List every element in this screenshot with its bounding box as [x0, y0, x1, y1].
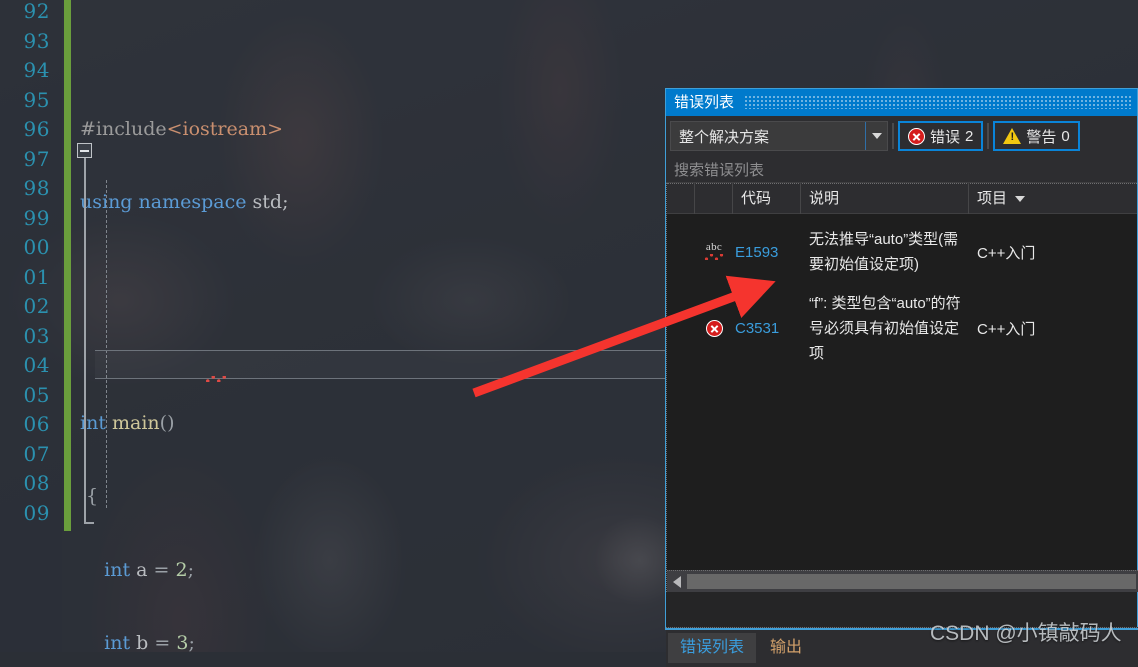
line-number: 09 — [23, 500, 50, 525]
tab-output[interactable]: 输出 — [758, 633, 814, 663]
chevron-down-icon[interactable] — [865, 122, 887, 150]
line-number: 01 — [23, 264, 50, 289]
warnings-filter-button[interactable]: 警告 0 — [993, 121, 1080, 151]
scope-dropdown[interactable]: 整个解决方案 — [670, 121, 888, 151]
line-number: 99 — [23, 205, 50, 230]
warnings-filter-label: 警告 — [1026, 128, 1057, 146]
errors-count: 2 — [965, 127, 974, 145]
column-header-code[interactable]: 代码 — [733, 183, 801, 214]
row-project: C++入门 — [977, 320, 1036, 338]
table-row[interactable]: C3531 “f”: 类型包含“auto”的符号必须具有初始值设定项 C++入门 — [667, 290, 1137, 366]
line-number: 08 — [23, 471, 50, 495]
line-number: 02 — [23, 294, 50, 318]
line-number: 07 — [23, 441, 50, 466]
error-circle-icon — [705, 319, 723, 337]
error-squiggle-underline — [205, 376, 227, 382]
panel-title-label: 错误列表 — [674, 94, 735, 111]
errors-filter-label: 错误 — [930, 128, 961, 146]
row-project: C++入门 — [977, 244, 1036, 262]
row-description: 无法推导“auto”类型(需要初始值设定项) — [809, 231, 959, 273]
change-indicator-bar — [64, 0, 71, 531]
panel-title-bar[interactable]: 错误列表 — [666, 89, 1137, 116]
table-row[interactable]: abc E1593 无法推导“auto”类型(需要初始值设定项) C++入门 — [667, 214, 1137, 290]
error-list-search-input[interactable]: 搜索错误列表 — [666, 156, 1137, 183]
line-number: 92 — [23, 0, 50, 23]
horizontal-scrollbar[interactable] — [667, 570, 1138, 592]
scroll-left-icon[interactable] — [667, 572, 687, 592]
line-number: 04 — [23, 353, 50, 377]
scope-dropdown-value: 整个解决方案 — [679, 128, 770, 146]
collapse-region-toggle[interactable] — [77, 143, 92, 158]
column-header-selector[interactable] — [667, 183, 695, 214]
toolbar-separator — [892, 123, 894, 149]
line-number-column: 92 93 94 95 96 97 98 99 00 01 02 03 04 0… — [0, 0, 58, 528]
row-severity: abc — [695, 241, 733, 263]
csdn-watermark: CSDN @小镇敲码人 — [930, 622, 1122, 645]
column-header-description[interactable]: 说明 — [801, 183, 969, 214]
row-code[interactable]: E1593 — [733, 244, 801, 261]
error-list-grid[interactable]: 代码 说明 项目 abc E1593 无法推导“auto”类型(需要初始值设定项… — [666, 183, 1138, 592]
tab-error-list[interactable]: 错误列表 — [668, 632, 757, 663]
scrollbar-thumb[interactable] — [687, 574, 1136, 589]
column-header-severity[interactable] — [695, 183, 733, 214]
row-code[interactable]: C3531 — [733, 320, 801, 337]
line-number: 93 — [23, 28, 50, 53]
error-list-toolbar[interactable]: 整个解决方案 错误 2 警告 0 — [666, 116, 1137, 156]
column-header-project[interactable]: 项目 — [969, 183, 1137, 214]
grid-rows[interactable]: abc E1593 无法推导“auto”类型(需要初始值设定项) C++入门 C… — [667, 214, 1137, 366]
warnings-count: 0 — [1061, 127, 1070, 145]
line-number: 06 — [23, 412, 50, 436]
line-number: 98 — [23, 176, 50, 200]
errors-filter-button[interactable]: 错误 2 — [898, 121, 984, 151]
toolbar-separator — [987, 123, 990, 149]
row-severity — [695, 319, 733, 337]
line-number: 95 — [23, 87, 50, 112]
sort-descending-icon — [1015, 195, 1026, 202]
grid-header-row: 代码 说明 项目 — [667, 183, 1137, 214]
error-list-panel[interactable]: 错误列表 整个解决方案 错误 2 警告 0 搜索错误列表 代码 说明 — [665, 88, 1138, 667]
line-number: 00 — [23, 235, 50, 259]
column-header-project-label: 项目 — [977, 190, 1008, 207]
current-statement-highlight — [95, 350, 665, 379]
code-block-guide — [84, 158, 86, 524]
search-placeholder: 搜索错误列表 — [674, 161, 765, 179]
abc-squiggle-icon: abc — [701, 241, 727, 263]
line-number: 96 — [23, 117, 50, 141]
line-number: 97 — [23, 146, 50, 171]
line-number: 03 — [23, 323, 50, 348]
error-circle-icon — [908, 127, 925, 145]
row-description: “f”: 类型包含“auto”的符号必须具有初始值设定项 — [809, 294, 961, 362]
warning-triangle-icon — [1003, 128, 1022, 144]
line-number: 05 — [23, 382, 50, 407]
indent-guide — [106, 180, 107, 508]
line-number: 94 — [23, 58, 50, 82]
code-block-guide-foot — [84, 522, 94, 524]
panel-drag-handle-dots[interactable] — [744, 95, 1131, 109]
